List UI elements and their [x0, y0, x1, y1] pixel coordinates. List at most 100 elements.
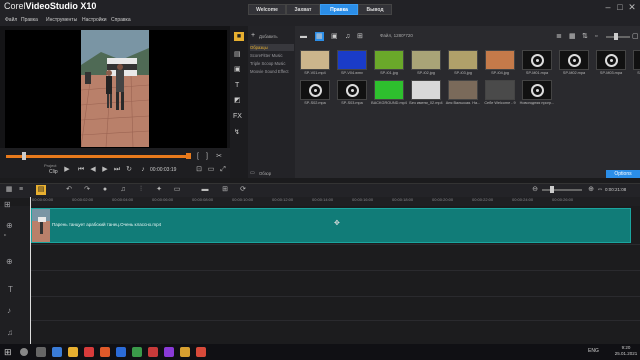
menu-file[interactable]: Файл: [5, 15, 17, 26]
media-thumbnail[interactable]: [633, 50, 640, 70]
mode-project[interactable]: Project: [44, 163, 56, 168]
timecode-display[interactable]: 00:00:03:19: [150, 167, 176, 173]
options-tab[interactable]: Options: [606, 170, 640, 178]
aspect-icon[interactable]: ▭: [206, 165, 216, 175]
subtitle-icon[interactable]: ▭: [172, 185, 182, 195]
menu-help[interactable]: Справка: [111, 15, 131, 26]
thumb-size-slider[interactable]: [606, 36, 630, 38]
show-audio-icon[interactable]: ♫: [345, 32, 350, 41]
media-thumbnail[interactable]: [559, 50, 589, 70]
tab-share[interactable]: Вывод: [358, 4, 392, 15]
ripple-edit-icon[interactable]: ⫸: [4, 232, 6, 237]
add-folder-icon[interactable]: +: [251, 32, 255, 39]
fullscreen-icon[interactable]: ⤢: [218, 165, 228, 175]
media-thumbnail[interactable]: [337, 50, 367, 70]
voice-track-icon[interactable]: ♪: [7, 306, 11, 315]
media-thumbnail[interactable]: [300, 50, 330, 70]
mode-clip[interactable]: Clip: [49, 169, 58, 175]
media-thumbnail[interactable]: [485, 80, 515, 100]
browse-button[interactable]: Обзор: [259, 171, 271, 176]
menu-settings[interactable]: Настройки: [82, 15, 107, 26]
scrubber-handle[interactable]: [22, 152, 26, 160]
explorer-icon[interactable]: [68, 347, 78, 357]
timeline-zoom-slider[interactable]: [542, 189, 582, 191]
overlay-track-icon[interactable]: ⊕: [6, 257, 13, 266]
undo-icon[interactable]: ↶: [64, 185, 74, 195]
maximize-icon[interactable]: □: [614, 1, 626, 13]
media-thumbnail[interactable]: [596, 50, 626, 70]
prev-frame-icon[interactable]: ◀: [88, 165, 98, 175]
instant-project-icon[interactable]: ▤: [234, 50, 241, 59]
add-folder-button[interactable]: Добавить: [259, 34, 278, 39]
language-indicator[interactable]: ENG: [588, 348, 599, 354]
storyboard-view-icon[interactable]: ▦: [4, 185, 14, 195]
media-thumbnail[interactable]: [374, 80, 404, 100]
zoom-out-timeline-icon[interactable]: ⊖: [530, 185, 540, 195]
clock[interactable]: 9:20 25.01.2021: [614, 345, 638, 357]
media-thumbnail[interactable]: [374, 50, 404, 70]
media-thumbnail[interactable]: [448, 80, 478, 100]
close-icon[interactable]: ✕: [626, 1, 638, 13]
cut-icon[interactable]: ✂: [214, 152, 224, 162]
tab-welcome[interactable]: Welcome: [248, 4, 286, 15]
browser-icon[interactable]: [52, 347, 62, 357]
go-start-icon[interactable]: ⏮: [76, 165, 86, 175]
list-view-icon[interactable]: ≣: [556, 32, 562, 41]
folder-icon[interactable]: ▬: [300, 32, 307, 41]
split-screen-icon[interactable]: ⊞: [220, 185, 230, 195]
next-frame-icon[interactable]: ▶: [100, 165, 110, 175]
menu-tools[interactable]: Инструменты: [46, 15, 77, 26]
go-end-icon[interactable]: ⏭: [112, 165, 122, 175]
add-track-icon[interactable]: ⊞: [4, 200, 11, 209]
time-remap-icon[interactable]: ⟳: [238, 185, 248, 195]
tab-edit[interactable]: Правка: [320, 4, 358, 15]
repeat-icon[interactable]: ↻: [124, 165, 134, 175]
sort-icon[interactable]: ⊞: [357, 32, 363, 41]
zoom-in-timeline-icon[interactable]: ⊕: [586, 185, 596, 195]
menu-edit[interactable]: Правка: [21, 15, 38, 26]
mask-icon[interactable]: ▬: [200, 185, 210, 195]
minimize-icon[interactable]: –: [602, 1, 614, 13]
media-thumbnail[interactable]: [337, 80, 367, 100]
transition-icon[interactable]: ▣: [234, 65, 241, 74]
filter-icon[interactable]: FX: [233, 112, 242, 121]
media-icon[interactable]: [148, 347, 158, 357]
yandex-icon[interactable]: [100, 347, 110, 357]
folder-triple-scoop[interactable]: Triple Scoop Music: [250, 60, 294, 67]
fit-icon[interactable]: ⊡: [194, 165, 204, 175]
app-icon[interactable]: [164, 347, 174, 357]
skype-icon[interactable]: [116, 347, 126, 357]
mark-in-icon[interactable]: [: [194, 152, 202, 162]
play-icon[interactable]: ▶: [62, 165, 72, 175]
videostudio-taskbar-icon[interactable]: [180, 347, 190, 357]
thumb-size-handle[interactable]: [614, 33, 618, 40]
mark-out-icon[interactable]: ]: [203, 152, 211, 162]
video-track-icon[interactable]: ⊕: [6, 221, 13, 230]
folder-scorefitter[interactable]: ScoreFitter Music: [250, 52, 294, 59]
media-thumbnail[interactable]: [411, 50, 441, 70]
fit-timeline-icon[interactable]: ⇔: [596, 185, 604, 195]
media-thumbnail[interactable]: [522, 50, 552, 70]
search-icon[interactable]: [20, 348, 28, 356]
auto-music-icon[interactable]: ♫: [118, 185, 128, 195]
show-video-icon[interactable]: ▦: [315, 32, 324, 41]
sort-options-icon[interactable]: ⇅: [582, 32, 588, 41]
folder-moovie-sound[interactable]: Moovie Sound Effect: [250, 68, 294, 75]
browse-folder-icon[interactable]: ▭: [250, 170, 255, 176]
start-icon[interactable]: ⊞: [4, 347, 12, 357]
music-track-icon[interactable]: ♫: [7, 328, 13, 337]
zoom-out-icon[interactable]: ▫: [595, 32, 597, 41]
zoom-in-icon[interactable]: ▢: [632, 32, 639, 41]
redo-icon[interactable]: ↷: [82, 185, 92, 195]
path-icon[interactable]: ↯: [234, 128, 240, 137]
thumb-view-icon[interactable]: ▦: [569, 32, 576, 41]
record-icon[interactable]: ●: [100, 185, 110, 195]
media-thumbnail[interactable]: [411, 80, 441, 100]
playhead[interactable]: [30, 197, 31, 344]
recorder-icon[interactable]: [196, 347, 206, 357]
timeline-view-icon[interactable]: ≡: [16, 185, 26, 195]
task-view-icon[interactable]: [36, 347, 46, 357]
folder-samples[interactable]: Образцы: [250, 44, 294, 51]
chrome-icon[interactable]: [132, 347, 142, 357]
media-category-icon[interactable]: ■: [234, 32, 244, 41]
